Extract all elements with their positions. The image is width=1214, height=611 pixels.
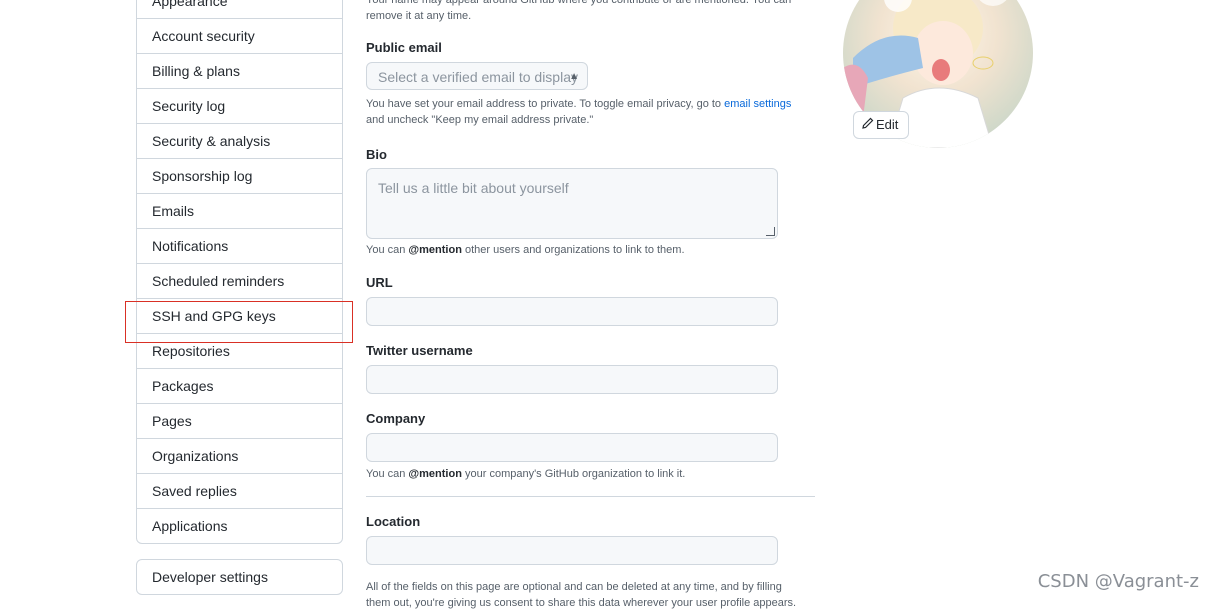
- url-input[interactable]: [366, 297, 778, 326]
- public-email-select[interactable]: Select a verified email to display ▲: [366, 62, 588, 90]
- name-note-line1: Your name may appear around GitHub where…: [366, 0, 792, 6]
- bio-note-mention: @mention: [408, 244, 462, 256]
- sidebar-item-scheduled-reminders[interactable]: Scheduled reminders: [137, 263, 342, 298]
- name-note-line2: remove it at any time.: [366, 10, 472, 22]
- public-email-label: Public email: [366, 40, 442, 55]
- resize-grip-icon[interactable]: [766, 227, 775, 236]
- sidebar-item-ssh-gpg-keys[interactable]: SSH and GPG keys: [137, 298, 342, 333]
- select-caret-icon: ▲: [569, 71, 579, 82]
- sidebar-item-billing-plans[interactable]: Billing & plans: [137, 53, 342, 88]
- company-note-pre: You can: [366, 468, 409, 480]
- sidebar-item-sponsorship-log[interactable]: Sponsorship log: [137, 158, 342, 193]
- footer-note-line2: them out, you're giving us consent to sh…: [366, 597, 797, 609]
- watermark-text: CSDN @Vagrant-z: [1037, 571, 1199, 592]
- sidebar-item-packages[interactable]: Packages: [137, 368, 342, 403]
- public-email-note: You have set your email address to priva…: [366, 96, 816, 128]
- edit-label: Edit: [876, 117, 899, 132]
- sidebar-item-emails[interactable]: Emails: [137, 193, 342, 228]
- url-label: URL: [366, 275, 393, 290]
- bio-note: You can @mention other users and organiz…: [366, 242, 816, 258]
- sidebar-item-security-log[interactable]: Security log: [137, 88, 342, 123]
- bio-label: Bio: [366, 147, 387, 162]
- sidebar-item-account-security[interactable]: Account security: [137, 18, 342, 53]
- sidebar-item-saved-replies[interactable]: Saved replies: [137, 473, 342, 508]
- sidebar-item-repositories[interactable]: Repositories: [137, 333, 342, 368]
- twitter-label: Twitter username: [366, 343, 473, 358]
- sidebar-item-pages[interactable]: Pages: [137, 403, 342, 438]
- footer-note-line1: All of the fields on this page are optio…: [366, 581, 782, 593]
- sidebar-item-developer-settings[interactable]: Developer settings: [137, 560, 342, 594]
- location-input[interactable]: [366, 536, 778, 565]
- bio-textarea[interactable]: Tell us a little bit about yourself: [366, 168, 778, 239]
- name-note: Your name may appear around GitHub where…: [366, 0, 816, 24]
- footer-note: All of the fields on this page are optio…: [366, 579, 816, 611]
- sidebar-item-applications[interactable]: Applications: [137, 508, 342, 543]
- company-note-post: your company's GitHub organization to li…: [461, 468, 686, 480]
- public-email-note-text2: and uncheck "Keep my email address priva…: [366, 114, 594, 126]
- email-settings-link[interactable]: email settings: [724, 98, 791, 110]
- sidebar-item-notifications[interactable]: Notifications: [137, 228, 342, 263]
- company-label: Company: [366, 411, 426, 426]
- sidebar-item-organizations[interactable]: Organizations: [137, 438, 342, 473]
- bio-placeholder: Tell us a little bit about yourself: [378, 180, 569, 196]
- settings-sidebar-menu: Appearance Account security Billing & pl…: [136, 0, 343, 544]
- company-input[interactable]: [366, 433, 778, 462]
- public-email-select-value: Select a verified email to display: [378, 69, 578, 85]
- sidebar-item-appearance[interactable]: Appearance: [137, 0, 342, 18]
- pencil-icon: [862, 112, 876, 138]
- company-note-mention: @mention: [408, 468, 462, 480]
- public-email-note-text: You have set your email address to priva…: [366, 98, 725, 110]
- twitter-input[interactable]: [366, 365, 778, 394]
- bio-note-pre: You can: [366, 244, 409, 256]
- bio-note-post: other users and organizations to link to…: [461, 244, 685, 256]
- developer-settings-menu: Developer settings: [136, 559, 343, 595]
- sidebar-item-security-analysis[interactable]: Security & analysis: [137, 123, 342, 158]
- avatar-edit-button[interactable]: Edit: [853, 111, 909, 139]
- company-note: You can @mention your company's GitHub o…: [366, 466, 816, 482]
- location-label: Location: [366, 514, 421, 529]
- section-divider: [366, 496, 815, 497]
